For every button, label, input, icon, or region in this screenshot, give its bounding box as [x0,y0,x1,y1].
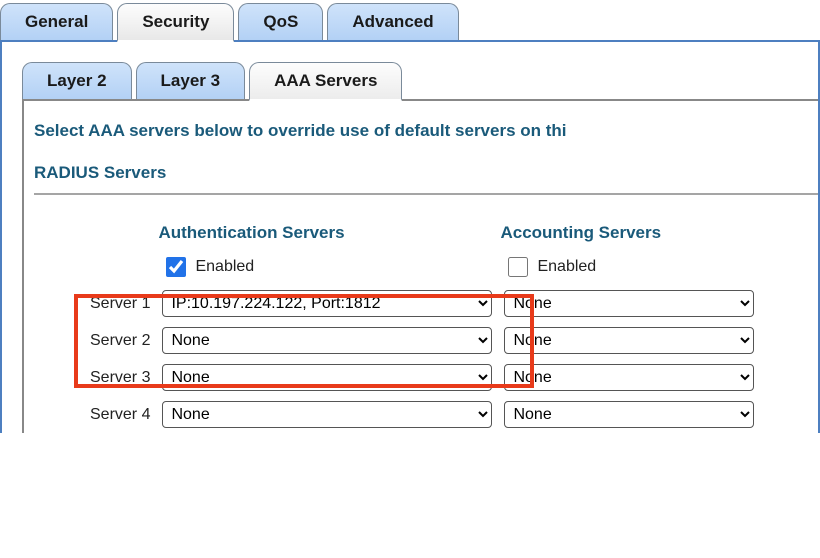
tab-layer3[interactable]: Layer 3 [136,62,246,99]
tabs-primary: General Security QoS Advanced [0,0,820,42]
server2-auth-select[interactable]: None [162,327,492,354]
auth-enabled-checkbox[interactable] [166,257,186,277]
instruction-text: Select AAA servers below to override use… [34,121,818,141]
server-row-label: Server 3 [84,359,156,396]
server-row-label: Server 2 [84,322,156,359]
server3-acct-select[interactable]: None [504,364,754,391]
tabs-secondary: Layer 2 Layer 3 AAA Servers [22,62,818,101]
server-row-label: Server 4 [84,396,156,433]
tab-aaa-servers[interactable]: AAA Servers [249,62,402,101]
table-row: Server 3 None None [84,359,760,396]
server2-acct-select[interactable]: None [504,327,754,354]
table-row: Server 4 None None [84,396,760,433]
section-divider [34,193,818,195]
server-row-label: Server 1 [84,285,156,322]
server3-auth-select[interactable]: None [162,364,492,391]
tab-general[interactable]: General [0,3,113,40]
tab-advanced[interactable]: Advanced [327,3,458,40]
table-row: Server 1 IP:10.197.224.122, Port:1812 No… [84,285,760,322]
auth-column-header: Authentication Servers [156,219,498,249]
tab-qos[interactable]: QoS [238,3,323,40]
tab-layer2[interactable]: Layer 2 [22,62,132,99]
server1-acct-select[interactable]: None [504,290,754,317]
server4-acct-select[interactable]: None [504,401,754,428]
acct-column-header: Accounting Servers [498,219,760,249]
acct-enabled-checkbox[interactable] [508,257,528,277]
radius-servers-table: Authentication Servers Accounting Server… [84,219,760,433]
tab-security[interactable]: Security [117,3,234,42]
table-row: Server 2 None None [84,322,760,359]
auth-enabled-label: Enabled [195,258,254,276]
acct-enabled-label: Enabled [537,258,596,276]
radius-title: RADIUS Servers [34,163,818,183]
server1-auth-select[interactable]: IP:10.197.224.122, Port:1812 [162,290,492,317]
server4-auth-select[interactable]: None [162,401,492,428]
